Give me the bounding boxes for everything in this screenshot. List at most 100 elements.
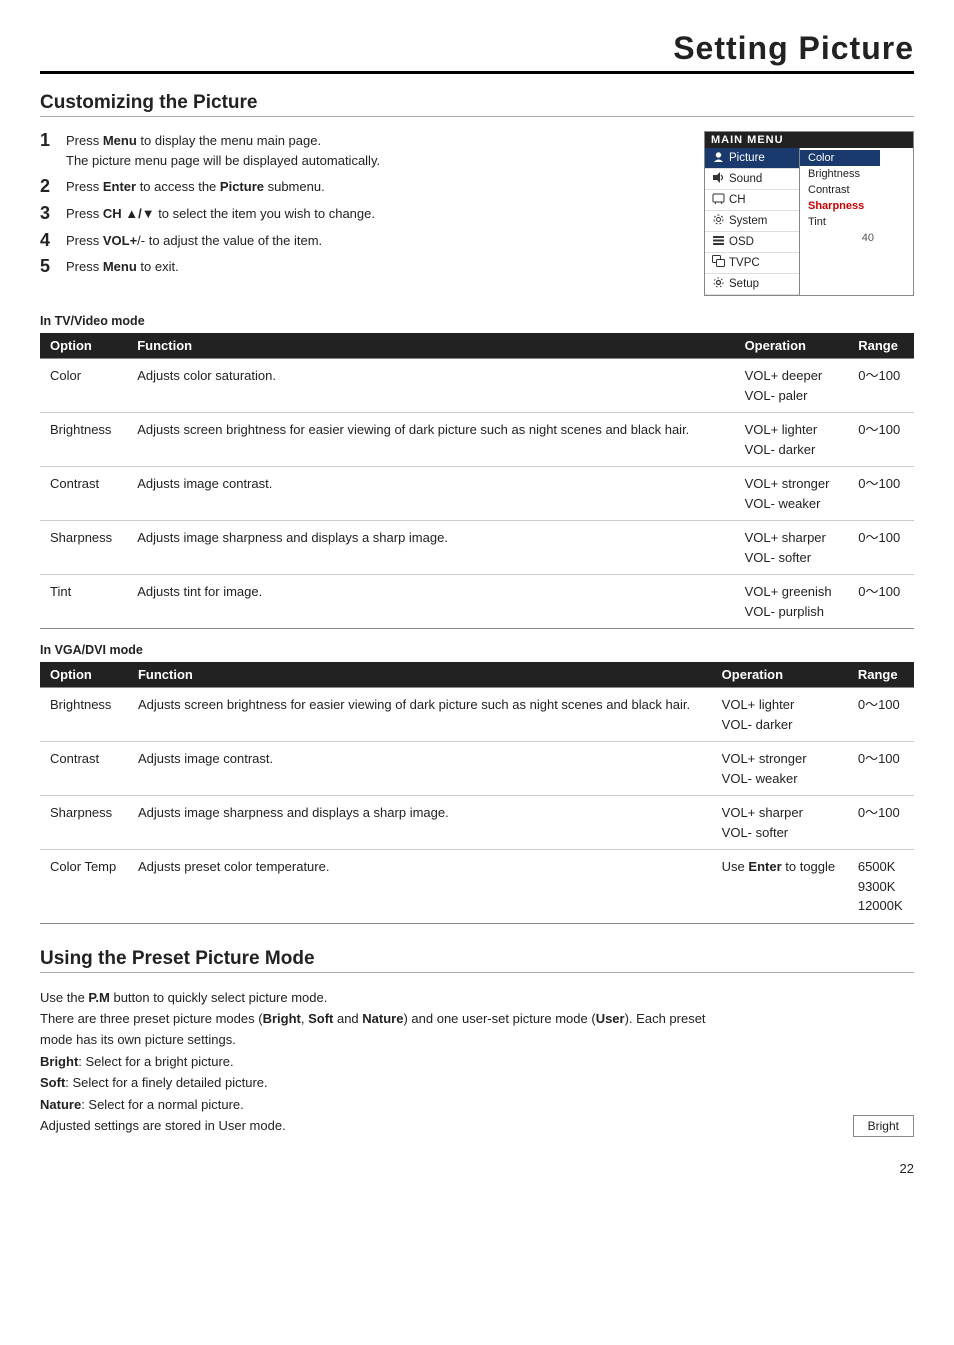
steps-and-menu: 1 Press Menu to display the menu main pa… (40, 131, 914, 296)
step-2-text: Press Enter to access the Picture submen… (66, 177, 325, 197)
menu-item-setup: Setup (705, 274, 799, 295)
step-4-text: Press VOL+/- to adjust the value of the … (66, 231, 322, 251)
td-option: Brightness (40, 413, 127, 467)
section2-divider (40, 972, 914, 973)
table-row: Brightness Adjusts screen brightness for… (40, 688, 914, 742)
td-range: 0～100 (848, 688, 914, 742)
menu-item-system: System (705, 211, 799, 232)
menu-label-system: System (729, 215, 767, 227)
td-function: Adjusts image sharpness and displays a s… (128, 796, 712, 850)
preset-line-2: There are three preset picture modes (Br… (40, 1008, 738, 1051)
section-customizing: Customizing the Picture 1 Press Menu to … (40, 92, 914, 924)
preset-content: Use the P.M button to quickly select pic… (40, 987, 914, 1137)
td-option: Sharpness (40, 796, 128, 850)
table-row: Tint Adjusts tint for image. VOL+ greeni… (40, 575, 914, 629)
preset-line-5: Nature: Select for a normal picture. (40, 1094, 738, 1115)
table-row: Brightness Adjusts screen brightness for… (40, 413, 914, 467)
section1-heading: Customizing the Picture (40, 92, 914, 114)
td-range: 0～100 (848, 796, 914, 850)
main-menu-graphic: MAIN MENU Picture (704, 131, 914, 296)
preset-line-6: Adjusted settings are stored in User mod… (40, 1115, 738, 1136)
step-5: 5 Press Menu to exit. (40, 257, 684, 277)
system-icon (711, 213, 725, 229)
preset-text: Use the P.M button to quickly select pic… (40, 987, 738, 1137)
submenu-brightness: Brightness (800, 166, 880, 182)
step-2-number: 2 (40, 177, 60, 197)
section1-divider (40, 116, 914, 117)
td-function: Adjusts screen brightness for easier vie… (128, 688, 712, 742)
section2-heading: Using the Preset Picture Mode (40, 948, 914, 970)
submenu-color: Color (800, 150, 880, 166)
tv-video-table-header: Option Function Operation Range (40, 333, 914, 359)
step-1-number: 1 (40, 131, 60, 151)
preset-line-3: Bright: Select for a bright picture. (40, 1051, 738, 1072)
vga-dvi-table-header: Option Function Operation Range (40, 662, 914, 688)
td-operation: VOL+ lighterVOL- darker (712, 688, 848, 742)
menu-item-ch: CH (705, 190, 799, 211)
menu-item-tvpc: TVPC (705, 253, 799, 274)
table-row: Contrast Adjusts image contrast. VOL+ st… (40, 467, 914, 521)
submenu-tint: Tint (800, 214, 880, 230)
td-operation: Use Enter to toggle (712, 850, 848, 924)
th-operation-2: Operation (712, 662, 848, 688)
menu-number: 40 (800, 230, 880, 246)
step-4-number: 4 (40, 231, 60, 251)
menu-label-ch: CH (729, 194, 746, 206)
th-operation-1: Operation (735, 333, 849, 359)
tvpc-icon (711, 255, 725, 271)
step-1: 1 Press Menu to display the menu main pa… (40, 131, 684, 170)
menu-left: Picture Sound CH (705, 148, 800, 295)
td-operation: VOL+ lighterVOL- darker (735, 413, 849, 467)
menu-item-picture: Picture (705, 148, 799, 169)
td-range: 6500K9300K12000K (848, 850, 914, 924)
preset-line-4: Soft: Select for a finely detailed pictu… (40, 1072, 738, 1093)
table-row: Color Adjusts color saturation. VOL+ dee… (40, 359, 914, 413)
vga-dvi-tbody: Brightness Adjusts screen brightness for… (40, 688, 914, 924)
td-operation: VOL+ deeperVOL- paler (735, 359, 849, 413)
picture-icon (711, 150, 725, 166)
page-title: Setting Picture (40, 30, 914, 67)
preset-graphic: Bright (754, 987, 914, 1137)
th-range-1: Range (848, 333, 914, 359)
step-3-number: 3 (40, 204, 60, 224)
td-operation: VOL+ sharperVOL- softer (712, 796, 848, 850)
submenu-sharpness: Sharpness (800, 198, 880, 214)
td-function: Adjusts image sharpness and displays a s… (127, 521, 734, 575)
tv-video-mode-label: In TV/Video mode (40, 314, 914, 328)
td-range: 0～100 (848, 521, 914, 575)
step-3: 3 Press CH ▲/▼ to select the item you wi… (40, 204, 684, 224)
td-option: Color Temp (40, 850, 128, 924)
td-option: Brightness (40, 688, 128, 742)
td-option: Tint (40, 575, 127, 629)
osd-icon (711, 234, 725, 250)
page-title-bar: Setting Picture (40, 30, 914, 74)
main-menu-title: MAIN MENU (705, 132, 913, 148)
setup-icon (711, 276, 725, 292)
vga-dvi-mode-label: In VGA/DVI mode (40, 643, 914, 657)
menu-right: Color Brightness Contrast Sharpness Tint… (800, 148, 880, 295)
step-5-text: Press Menu to exit. (66, 257, 179, 277)
menu-label-setup: Setup (729, 278, 759, 290)
td-option: Contrast (40, 742, 128, 796)
td-range: 0～100 (848, 413, 914, 467)
sound-icon (711, 171, 725, 187)
ch-icon (711, 192, 725, 208)
menu-item-sound: Sound (705, 169, 799, 190)
menu-rows: Picture Sound CH (705, 148, 913, 295)
td-option: Sharpness (40, 521, 127, 575)
vga-dvi-table: Option Function Operation Range Brightne… (40, 662, 914, 924)
step-1-text: Press Menu to display the menu main page… (66, 131, 380, 170)
td-operation: VOL+ strongerVOL- weaker (735, 467, 849, 521)
table-row: Sharpness Adjusts image sharpness and di… (40, 521, 914, 575)
menu-label-sound: Sound (729, 173, 762, 185)
td-operation: VOL+ greenishVOL- purplish (735, 575, 849, 629)
td-option: Color (40, 359, 127, 413)
td-function: Adjusts tint for image. (127, 575, 734, 629)
td-option: Contrast (40, 467, 127, 521)
tv-video-table: Option Function Operation Range Color Ad… (40, 333, 914, 629)
tv-video-tbody: Color Adjusts color saturation. VOL+ dee… (40, 359, 914, 629)
th-range-2: Range (848, 662, 914, 688)
th-function-2: Function (128, 662, 712, 688)
td-range: 0～100 (848, 742, 914, 796)
table-row: Contrast Adjusts image contrast. VOL+ st… (40, 742, 914, 796)
